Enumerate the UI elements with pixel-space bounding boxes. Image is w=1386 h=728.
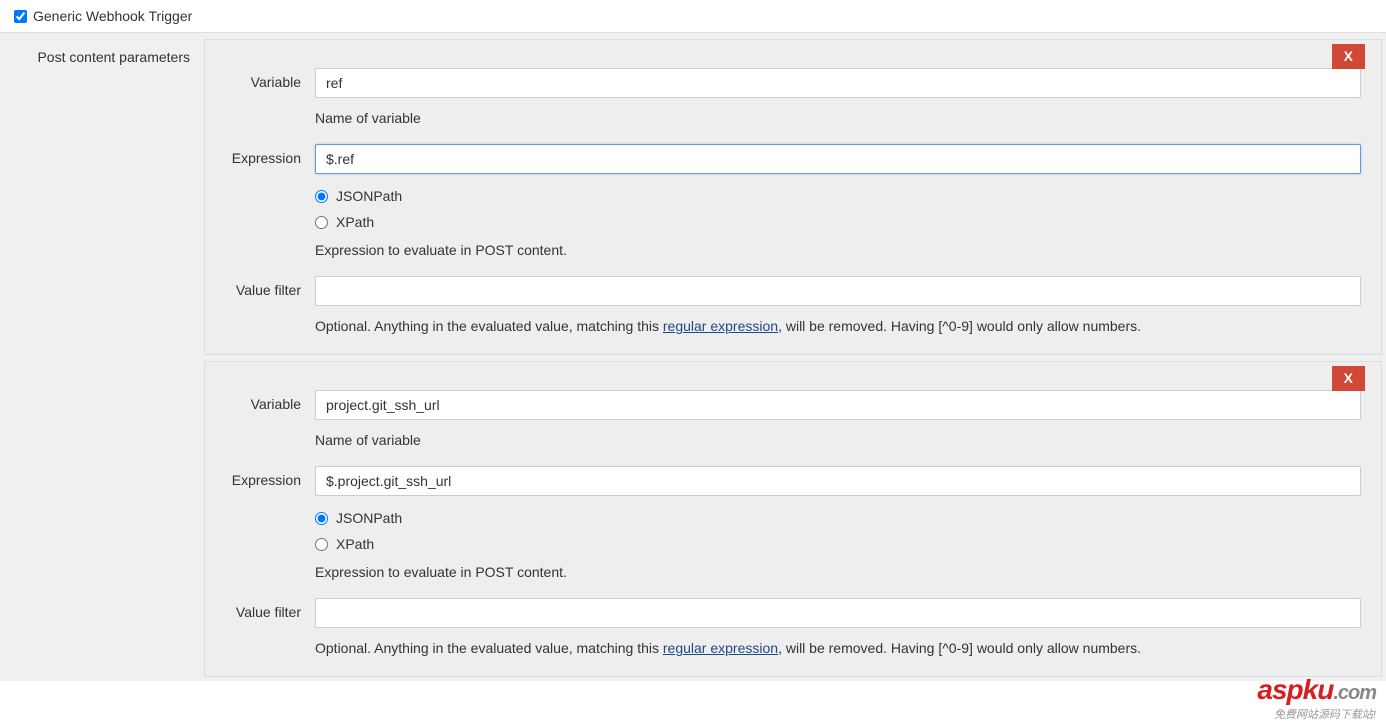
section-label: Post content parameters [0,33,200,681]
main-container: Post content parameters X Variable Name … [0,33,1386,681]
param-block: X Variable Name of variable Expression J… [204,39,1382,355]
trigger-label: Generic Webhook Trigger [33,8,192,24]
regex-link[interactable]: regular expression [663,640,778,656]
trigger-header: Generic Webhook Trigger [0,0,1386,33]
value-filter-label: Value filter [225,598,315,620]
variable-help: Name of variable [315,110,1361,126]
trigger-checkbox[interactable] [14,10,27,23]
xpath-option[interactable]: XPath [315,214,1361,230]
param-block: X Variable Name of variable Expression J… [204,361,1382,677]
xpath-option[interactable]: XPath [315,536,1361,552]
variable-label: Variable [225,68,315,90]
delete-button[interactable]: X [1332,44,1365,69]
value-filter-help: Optional. Anything in the evaluated valu… [315,640,1361,656]
expression-input[interactable] [315,144,1361,174]
variable-input[interactable] [315,68,1361,98]
jsonpath-option[interactable]: JSONPath [315,510,1361,526]
regex-link[interactable]: regular expression [663,318,778,334]
value-filter-help: Optional. Anything in the evaluated valu… [315,318,1361,334]
value-filter-input[interactable] [315,276,1361,306]
value-filter-input[interactable] [315,598,1361,628]
xpath-label: XPath [336,536,374,552]
variable-help: Name of variable [315,432,1361,448]
jsonpath-label: JSONPath [336,510,402,526]
expression-help: Expression to evaluate in POST content. [315,564,1361,580]
xpath-radio[interactable] [315,216,328,229]
watermark: aspku.com 免费网站源码下载站! [1257,674,1376,722]
value-filter-label: Value filter [225,276,315,298]
xpath-label: XPath [336,214,374,230]
jsonpath-label: JSONPath [336,188,402,204]
xpath-radio[interactable] [315,538,328,551]
expression-label: Expression [225,144,315,166]
expression-help: Expression to evaluate in POST content. [315,242,1361,258]
jsonpath-radio[interactable] [315,512,328,525]
expression-input[interactable] [315,466,1361,496]
jsonpath-radio[interactable] [315,190,328,203]
delete-button[interactable]: X [1332,366,1365,391]
expression-label: Expression [225,466,315,488]
jsonpath-option[interactable]: JSONPath [315,188,1361,204]
variable-label: Variable [225,390,315,412]
variable-input[interactable] [315,390,1361,420]
params-container: X Variable Name of variable Expression J… [200,33,1386,681]
